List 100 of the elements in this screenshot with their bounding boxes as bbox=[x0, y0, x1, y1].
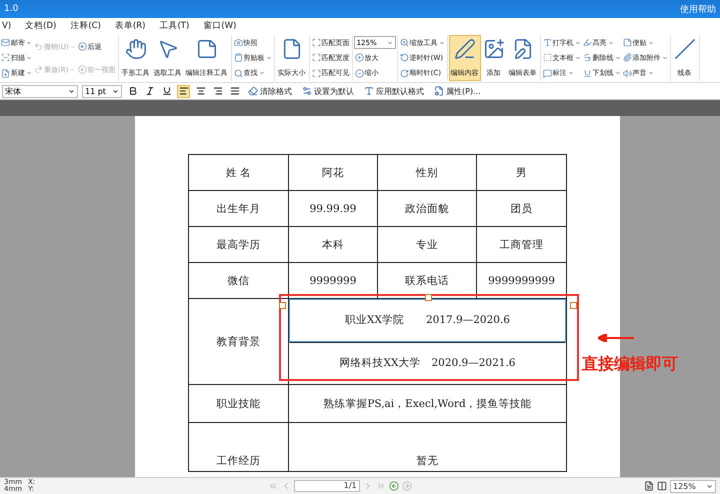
envelope-icon bbox=[1, 38, 10, 48]
menu-item[interactable]: 工具(T) bbox=[159, 20, 190, 32]
table-cell-text: 暂无 bbox=[416, 454, 440, 469]
rotate-left-icon bbox=[400, 53, 409, 62]
caret-icon bbox=[26, 40, 32, 46]
fit-page-icon bbox=[312, 53, 321, 62]
two-page-icon[interactable] bbox=[657, 481, 667, 491]
caret-icon bbox=[68, 88, 75, 94]
back-icon[interactable] bbox=[388, 481, 399, 491]
resize-handle[interactable] bbox=[425, 294, 432, 301]
scanner-icon bbox=[1, 53, 10, 62]
table-cell: 本科 bbox=[289, 227, 378, 262]
caret-icon bbox=[648, 40, 654, 46]
typewriter-icon bbox=[542, 38, 552, 48]
bold-icon bbox=[128, 86, 138, 96]
page-number-field[interactable]: 1/1 bbox=[294, 480, 360, 492]
speaker-icon bbox=[622, 68, 632, 78]
sticky-note-icon bbox=[622, 38, 632, 48]
zoom-out-icon bbox=[354, 68, 364, 78]
pen-icon bbox=[454, 38, 476, 60]
table-cell: 微信 bbox=[189, 263, 289, 298]
settings-icon bbox=[302, 86, 312, 96]
table-cell-text: 熟练掌握PS,ai，Execl,Word，摸鱼等技能 bbox=[322, 396, 533, 412]
caret-icon bbox=[258, 70, 265, 76]
table-cell: 阿花 bbox=[289, 155, 378, 190]
table-cell: 99.99.99 bbox=[289, 191, 378, 226]
align-button[interactable] bbox=[177, 84, 190, 98]
search-icon bbox=[234, 68, 243, 78]
hand-icon bbox=[124, 38, 147, 60]
caret-icon bbox=[568, 70, 574, 76]
align-icon bbox=[212, 86, 222, 96]
menu-item[interactable]: 文档(D) bbox=[25, 20, 56, 32]
arrow-icon bbox=[598, 334, 634, 342]
text-line[interactable]: 网络科技XX大学 2020.9—2021.6 bbox=[289, 342, 566, 384]
fit-page-icon bbox=[312, 68, 321, 78]
menu-item[interactable]: 窗口(W) bbox=[203, 20, 236, 32]
undo-icon bbox=[34, 42, 43, 51]
caret-icon bbox=[386, 40, 393, 46]
caret-icon bbox=[614, 70, 621, 76]
caret-icon bbox=[574, 54, 581, 61]
table-cell: 姓 名 bbox=[189, 155, 289, 190]
align-icon bbox=[178, 86, 188, 96]
align-icon bbox=[196, 86, 206, 96]
table-cell: 工作经历 bbox=[189, 423, 289, 471]
caret-icon bbox=[706, 482, 713, 490]
caret-icon bbox=[26, 54, 32, 61]
camera-icon bbox=[234, 38, 243, 48]
redo-icon bbox=[34, 65, 43, 74]
magnifier-icon bbox=[400, 38, 409, 48]
document-settings-icon bbox=[434, 86, 444, 96]
font-select[interactable]: 宋体 bbox=[2, 84, 78, 98]
single-page-icon[interactable] bbox=[644, 481, 654, 491]
align-button[interactable] bbox=[211, 84, 224, 98]
underline-icon bbox=[162, 86, 172, 96]
strikethrough-icon bbox=[582, 53, 592, 62]
fit-page-icon bbox=[312, 38, 321, 48]
caret-icon bbox=[70, 44, 76, 50]
paperclip-icon bbox=[622, 53, 632, 62]
caret-icon bbox=[608, 40, 614, 46]
caret-icon bbox=[614, 54, 621, 61]
window-title: 1.0 bbox=[4, 4, 18, 14]
new-file-icon bbox=[1, 68, 10, 78]
highlighter-icon bbox=[582, 38, 592, 48]
callout-icon bbox=[542, 68, 552, 78]
resize-handle[interactable] bbox=[279, 302, 286, 309]
zoom-select[interactable]: 125% bbox=[670, 480, 716, 492]
menu-item[interactable]: V) bbox=[2, 21, 12, 31]
format-action[interactable]: 属性(P)... bbox=[431, 86, 484, 96]
caret-icon bbox=[266, 54, 272, 61]
underline-icon bbox=[582, 68, 592, 78]
caret-icon bbox=[69, 66, 76, 72]
table-cell: 专业 bbox=[378, 227, 477, 262]
table-cell-text: 团员 bbox=[510, 202, 534, 216]
table-cell: 9999999 bbox=[289, 263, 378, 298]
table-cell: 最高学历 bbox=[189, 227, 289, 262]
caret-icon bbox=[648, 70, 654, 76]
table-cell: 职业技能 bbox=[189, 385, 289, 422]
caret-icon bbox=[112, 88, 119, 94]
table-cell: 政治面貌 bbox=[378, 191, 477, 226]
image-plus-icon bbox=[482, 38, 505, 60]
caret-icon bbox=[26, 70, 32, 76]
italic-icon bbox=[144, 86, 154, 96]
rotate-right-icon bbox=[400, 68, 409, 78]
resize-handle[interactable] bbox=[570, 302, 577, 309]
clipboard-icon bbox=[234, 53, 243, 62]
eraser-icon bbox=[248, 86, 258, 96]
text-box-icon bbox=[542, 53, 552, 62]
format-action[interactable]: 设置为默认 bbox=[299, 86, 357, 96]
format-action[interactable]: 清除格式 bbox=[245, 86, 295, 96]
zoom-in-icon bbox=[354, 53, 364, 62]
table-cell-text: 男 bbox=[515, 166, 528, 180]
table-cell-text: 9999999999 bbox=[487, 274, 556, 288]
align-icon bbox=[230, 86, 240, 96]
menu-item[interactable]: 表单(R) bbox=[114, 20, 146, 32]
align-button[interactable] bbox=[228, 84, 241, 98]
menu-item[interactable]: 注释(C) bbox=[70, 20, 101, 32]
format-action[interactable]: 应用默认格式 bbox=[361, 86, 427, 96]
align-button[interactable] bbox=[194, 84, 207, 98]
help-link[interactable]: 使用帮助 bbox=[680, 2, 716, 16]
font-size-select[interactable]: 11 pt bbox=[82, 84, 122, 98]
